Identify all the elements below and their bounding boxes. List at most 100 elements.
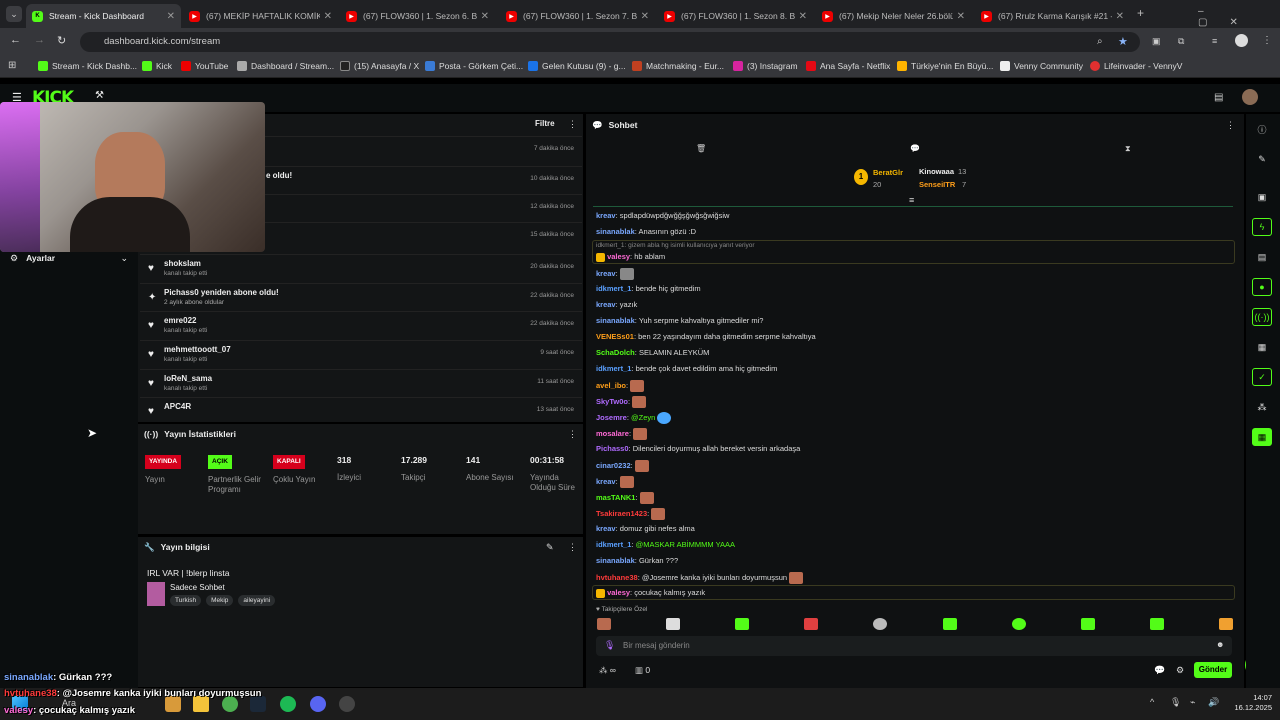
tag[interactable]: Mekip xyxy=(206,595,234,606)
mic-tray-icon[interactable]: 🎙 xyxy=(1170,697,1181,708)
volume-icon[interactable]: 🔊 xyxy=(1208,697,1219,708)
extension-icon[interactable]: ▣ xyxy=(1152,36,1161,47)
clipboard-icon[interactable]: ▤ xyxy=(1252,248,1272,266)
bookmark-3[interactable]: Dashboard / Stream... xyxy=(237,61,334,71)
chat-input[interactable]: 🎙 Bir mesaj gönderin ☻ xyxy=(596,636,1232,656)
emote-icon[interactable] xyxy=(873,618,888,630)
obs-icon[interactable] xyxy=(339,696,355,712)
bookmark-1[interactable]: Kick xyxy=(142,61,172,71)
tab-1[interactable]: ▶ (67) MEKİP HAFTALIK KOMİK A ✕ xyxy=(183,4,338,28)
bookmark-7[interactable]: Matchmaking - Eur... xyxy=(632,61,724,71)
emote-icon[interactable] xyxy=(1149,618,1164,630)
send-button[interactable]: Gönder xyxy=(1194,662,1232,678)
window-controls[interactable]: –▢✕ xyxy=(1198,6,1280,28)
chat-icon[interactable]: ● xyxy=(1252,278,1272,296)
close-icon[interactable]: ✕ xyxy=(1116,11,1124,22)
apps-icon[interactable]: ⊞ xyxy=(8,60,16,71)
close-icon[interactable]: ✕ xyxy=(799,11,807,22)
back-icon[interactable]: ← xyxy=(10,34,21,46)
more-icon[interactable]: ⋮ xyxy=(1226,120,1235,131)
emote-icon[interactable] xyxy=(666,618,681,630)
more-icon[interactable]: ⋮ xyxy=(568,119,577,130)
expand-icon[interactable]: ≡ xyxy=(909,195,914,205)
user-avatar[interactable] xyxy=(1242,89,1258,105)
lightning-icon[interactable]: ϟ xyxy=(1252,218,1272,236)
tray-chevron-icon[interactable]: ^ xyxy=(1150,697,1154,707)
bookmark-12[interactable]: Lifeinvader - VennyV xyxy=(1090,61,1182,71)
emoji-icon[interactable]: ☻ xyxy=(1216,640,1224,649)
new-tab-button[interactable]: + xyxy=(1137,6,1144,20)
emote-icon[interactable] xyxy=(1011,618,1026,630)
bookmark-2[interactable]: YouTube xyxy=(181,61,228,71)
menu-icon[interactable]: ⋮ xyxy=(1262,35,1272,46)
zoom-icon[interactable]: ⌕ xyxy=(1097,36,1103,47)
url-field[interactable]: dashboard.kick.com/stream xyxy=(80,32,1140,52)
info-icon[interactable]: ⓘ xyxy=(1252,120,1272,138)
media-icon[interactable]: ≡ xyxy=(1212,36,1217,46)
tab-search-button[interactable]: ⌄ xyxy=(6,6,22,22)
network-tray-icon[interactable]: ⌁ xyxy=(1190,697,1195,708)
forward-icon[interactable]: → xyxy=(34,34,45,46)
tab-5[interactable]: ▶ (67) Mekip Neler Neler 26.bölü ✕ xyxy=(816,4,971,28)
edit-icon[interactable]: ✎ xyxy=(546,542,554,553)
tag[interactable]: aileyayini xyxy=(238,595,276,606)
tab-0[interactable]: K Stream - Kick Dashboard ✕ xyxy=(26,4,181,28)
tag[interactable]: Turkish xyxy=(170,595,202,606)
speech-icon[interactable]: 💬 xyxy=(910,144,920,153)
hammer-icon[interactable]: ⚒ xyxy=(95,90,104,101)
hourglass-icon[interactable]: ⧗ xyxy=(1125,144,1131,154)
emote-icon[interactable] xyxy=(597,618,611,630)
emote-icon[interactable] xyxy=(1080,618,1095,630)
edit-icon[interactable]: ✎ xyxy=(1252,150,1272,168)
close-icon[interactable]: ✕ xyxy=(641,11,649,22)
bookmark-11[interactable]: Venny Community xyxy=(1000,61,1083,71)
chat-bubble-icon[interactable]: 💬 xyxy=(1154,665,1165,676)
star-icon[interactable]: ★ xyxy=(1118,35,1128,48)
screen-icon[interactable]: ▣ xyxy=(1252,188,1272,206)
clock[interactable]: 14:07 16.12.2025 xyxy=(1226,693,1272,713)
points-indicator[interactable]: ⁂ ∞ xyxy=(599,665,616,676)
gear-icon[interactable]: ⚙ xyxy=(1176,665,1184,676)
reload-icon[interactable]: ↻ xyxy=(57,34,66,47)
mic-icon[interactable]: 🎙 xyxy=(604,640,615,651)
bookmark-9[interactable]: Ana Sayfa - Netflix xyxy=(806,61,890,71)
bookmark-0[interactable]: Stream - Kick Dashb... xyxy=(38,61,137,71)
broadcast-icon[interactable]: ((·)) xyxy=(1252,308,1272,326)
tab-4[interactable]: ▶ (67) FLOW360 | 1. Sezon 8. Bö ✕ xyxy=(658,4,813,28)
stack-icon[interactable]: ▦ xyxy=(1252,338,1272,356)
close-icon[interactable]: ✕ xyxy=(324,11,332,22)
settings-menu[interactable]: ⚙ Ayarlar ⌄ xyxy=(10,251,128,265)
puzzle-icon[interactable]: ⧉ xyxy=(1178,36,1184,47)
stat-subscribers: 141 Abone Sayısı xyxy=(466,455,514,482)
wrench-icon[interactable]: ✓ xyxy=(1252,368,1272,386)
more-icon[interactable]: ⋮ xyxy=(568,542,577,553)
youtube-icon: ▶ xyxy=(506,10,517,22)
emote-icon[interactable] xyxy=(804,618,819,630)
network-icon[interactable]: ⁂ xyxy=(1252,398,1272,416)
chat-message: kreav: domuz gibi nefes alma xyxy=(596,524,695,533)
profile-avatar[interactable] xyxy=(1235,34,1248,47)
discord-icon[interactable] xyxy=(310,696,326,712)
inbox-icon[interactable]: ▤ xyxy=(1214,92,1223,103)
trash-icon[interactable]: 🗑 xyxy=(696,144,706,153)
emote-icon[interactable] xyxy=(735,618,750,630)
spotify-icon[interactable] xyxy=(280,696,296,712)
bookmark-8[interactable]: (3) Instagram xyxy=(733,61,798,71)
chat-message: sinanablak: Yuh serpme kahvaltıya gitmed… xyxy=(596,316,764,325)
close-icon[interactable]: ✕ xyxy=(167,11,175,22)
game-icon[interactable]: ▦ xyxy=(1252,428,1272,446)
browser-tab-bar: ⌄ K Stream - Kick Dashboard ✕ ▶ (67) MEKİP … xyxy=(0,0,1280,28)
bookmark-4[interactable]: (15) Anasayfa / X xyxy=(340,61,419,71)
emote-icon[interactable] xyxy=(942,618,957,630)
more-icon[interactable]: ⋮ xyxy=(568,429,577,440)
tab-3[interactable]: ▶ (67) FLOW360 | 1. Sezon 7. Bö ✕ xyxy=(500,4,655,28)
close-icon[interactable]: ✕ xyxy=(481,11,489,22)
tab-2[interactable]: ▶ (67) FLOW360 | 1. Sezon 6. Bö ✕ xyxy=(340,4,495,28)
filter-button[interactable]: Filtre xyxy=(535,119,555,128)
tab-6[interactable]: ▶ (67) Rrulz Karma Karışık #21 - ✕ xyxy=(975,4,1130,28)
bookmark-5[interactable]: Posta - Görkem Çeti... xyxy=(425,61,523,71)
close-icon[interactable]: ✕ xyxy=(957,11,965,22)
emote-icon[interactable] xyxy=(1218,618,1233,630)
bookmark-6[interactable]: Gelen Kutusu (9) - g... xyxy=(528,61,626,71)
bookmark-10[interactable]: Türkiye'nin En Büyü... xyxy=(897,61,993,71)
